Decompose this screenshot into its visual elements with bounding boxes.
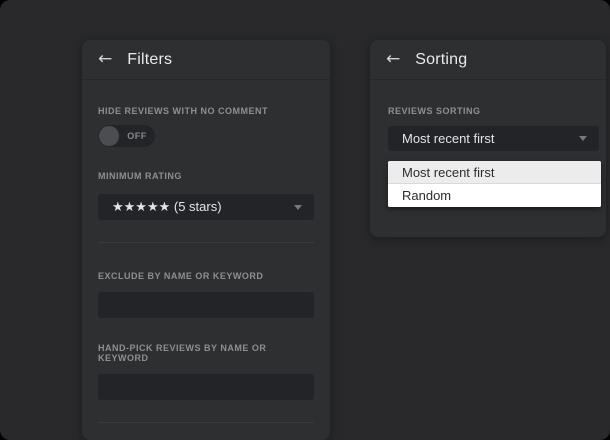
filters-body: HIDE REVIEWS WITH NO COMMENT OFF MINIMUM… — [82, 106, 330, 440]
backdrop: ← Filters HIDE REVIEWS WITH NO COMMENT O… — [0, 0, 610, 440]
minimum-rating-label: MINIMUM RATING — [98, 171, 314, 181]
reviews-sorting-value: Most recent first — [402, 131, 494, 146]
minimum-rating-value: ★★★★★ (5 stars) — [112, 199, 222, 215]
back-button[interactable]: ← — [386, 51, 400, 68]
sorting-panel: ← Sorting REVIEWS SORTING Most recent fi… — [370, 40, 606, 237]
toggle-knob — [99, 126, 119, 146]
reviews-sorting-label: REVIEWS SORTING — [388, 106, 599, 116]
back-arrow-icon: ← — [98, 49, 112, 69]
chevron-down-icon — [294, 205, 302, 210]
toggle-state-label: OFF — [119, 131, 155, 141]
back-button[interactable]: ← — [98, 51, 112, 68]
reviews-sorting-dropdown: Most recent first Random — [388, 161, 601, 207]
dropdown-option[interactable]: Most recent first — [388, 161, 601, 184]
dropdown-option[interactable]: Random — [388, 184, 601, 207]
handpick-keyword-input[interactable] — [98, 374, 314, 400]
minimum-rating-select[interactable]: ★★★★★ (5 stars) — [98, 194, 314, 220]
exclude-keyword-input[interactable] — [98, 292, 314, 318]
handpick-keyword-label: HAND-PICK REVIEWS BY NAME OR KEYWORD — [98, 343, 314, 363]
back-arrow-icon: ← — [386, 49, 400, 69]
sorting-header: ← Sorting — [370, 40, 606, 80]
filters-header: ← Filters — [82, 40, 330, 80]
sorting-body: REVIEWS SORTING Most recent first Most r… — [370, 106, 606, 151]
page-title: Filters — [127, 51, 172, 69]
divider — [98, 422, 314, 423]
page-title: Sorting — [415, 51, 467, 69]
hide-no-comment-toggle[interactable]: OFF — [98, 125, 155, 147]
filters-panel: ← Filters HIDE REVIEWS WITH NO COMMENT O… — [82, 40, 330, 440]
exclude-keyword-label: EXCLUDE BY NAME OR KEYWORD — [98, 271, 314, 281]
hide-no-comment-label: HIDE REVIEWS WITH NO COMMENT — [98, 106, 314, 116]
divider — [98, 242, 314, 243]
reviews-sorting-select[interactable]: Most recent first — [388, 126, 599, 151]
chevron-down-icon — [579, 136, 587, 141]
reviews-sorting-field: Most recent first Most recent first Rand… — [388, 126, 599, 151]
